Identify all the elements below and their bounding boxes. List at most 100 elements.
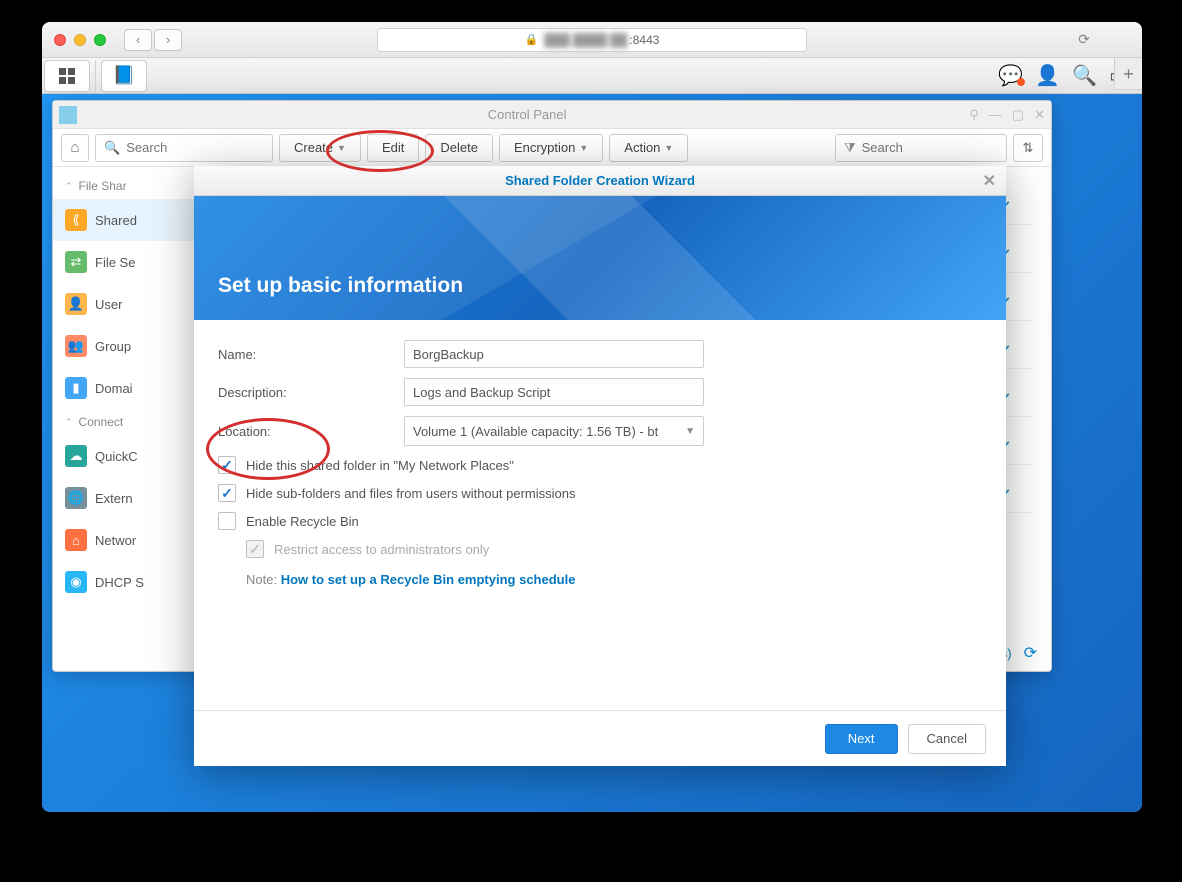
sidebar-item-user[interactable]: 👤User <box>53 283 212 325</box>
sidebar-item-file-services[interactable]: ⇄File Se <box>53 241 212 283</box>
group-icon: 👥 <box>65 335 87 357</box>
description-label: Description: <box>218 385 404 400</box>
next-button[interactable]: Next <box>825 724 898 754</box>
user-icon: 👤 <box>65 293 87 315</box>
wizard-header: Set up basic information <box>194 196 1006 320</box>
close-window-icon[interactable] <box>54 34 66 46</box>
quickconnect-icon: ☁ <box>65 445 87 467</box>
sidebar-item-shared-folder[interactable]: ⟪Shared <box>53 199 212 241</box>
action-button[interactable]: Action▼ <box>609 134 688 162</box>
sidebar-section-file-sharing[interactable]: ⌃File Shar <box>53 173 212 199</box>
cp-window-controls: ⚲ — ▢ ✕ <box>969 107 1045 123</box>
lock-icon: 🔒 <box>525 33 539 46</box>
hide-network-label: Hide this shared folder in "My Network P… <box>246 458 514 473</box>
minimize-window-icon[interactable] <box>74 34 86 46</box>
nav-forward-button[interactable]: › <box>154 29 182 51</box>
chevron-up-icon: ⌃ <box>65 417 73 428</box>
hide-subfolders-checkbox[interactable] <box>218 484 236 502</box>
taskbar-separator <box>95 60 96 92</box>
sidebar-item-quickconnect[interactable]: ☁QuickC <box>53 435 212 477</box>
delete-button[interactable]: Delete <box>425 134 493 162</box>
cancel-button[interactable]: Cancel <box>908 724 986 754</box>
note-row: Note: How to set up a Recycle Bin emptyi… <box>246 572 982 587</box>
dsm-desktop: Control Panel ⚲ — ▢ ✕ ⌂ 🔍 Create▼ Edit D… <box>42 94 1142 812</box>
note-link[interactable]: How to set up a Recycle Bin emptying sch… <box>281 572 576 587</box>
folder-icon: ⟪ <box>65 209 87 231</box>
edit-button[interactable]: Edit <box>367 134 419 162</box>
shared-folder-wizard: Shared Folder Creation Wizard ✕ Set up b… <box>194 166 1006 766</box>
search-icon[interactable]: 🔍 <box>1072 63 1097 88</box>
refresh-icon[interactable]: ⟳ <box>1024 643 1037 663</box>
new-tab-button[interactable]: + <box>1114 58 1142 90</box>
wizard-heading: Set up basic information <box>218 274 463 298</box>
nav-arrows: ‹ › <box>124 29 182 51</box>
network-icon: ⌂ <box>65 529 87 551</box>
user-icon[interactable]: 👤 <box>1035 63 1060 88</box>
cp-search-box[interactable]: 🔍 <box>95 134 273 162</box>
address-port: :8443 <box>629 33 659 47</box>
dhcp-icon: ◉ <box>65 571 87 593</box>
sort-button[interactable]: ⇅ <box>1013 134 1043 162</box>
encryption-button[interactable]: Encryption▼ <box>499 134 603 162</box>
cp-filter-input[interactable] <box>862 140 998 155</box>
recycle-bin-checkbox[interactable] <box>218 512 236 530</box>
note-label: Note: <box>246 572 277 587</box>
browser-titlebar: ‹ › 🔒 ███ ████ ██ :8443 ⟳ <box>42 22 1142 58</box>
domain-icon: ▮ <box>65 377 87 399</box>
cp-toolbar: ⌂ 🔍 Create▼ Edit Delete Encryption▼ Acti… <box>53 129 1051 167</box>
recycle-bin-label: Enable Recycle Bin <box>246 514 359 529</box>
description-field[interactable] <box>404 378 704 406</box>
maximize-window-icon[interactable] <box>94 34 106 46</box>
sidebar-item-dhcp[interactable]: ◉DHCP S <box>53 561 212 603</box>
sidebar-item-external-access[interactable]: 🌐Extern <box>53 477 212 519</box>
wizard-titlebar: Shared Folder Creation Wizard ✕ <box>194 166 1006 196</box>
address-bar[interactable]: 🔒 ███ ████ ██ :8443 <box>377 28 807 52</box>
hide-network-checkbox[interactable] <box>218 456 236 474</box>
globe-icon: 🌐 <box>65 487 87 509</box>
file-services-icon: ⇄ <box>65 251 87 273</box>
chevron-down-icon: ▼ <box>685 426 695 437</box>
notification-icon[interactable]: 💬 <box>998 63 1023 88</box>
chevron-up-icon: ⌃ <box>65 181 73 192</box>
create-button[interactable]: Create▼ <box>279 134 361 162</box>
name-field[interactable] <box>404 340 704 368</box>
hide-subfolders-label: Hide sub-folders and files from users wi… <box>246 486 575 501</box>
restrict-admin-label: Restrict access to administrators only <box>274 542 489 557</box>
cp-titlebar: Control Panel ⚲ — ▢ ✕ <box>53 101 1051 129</box>
pin-icon[interactable]: ⚲ <box>969 107 979 123</box>
sidebar-item-group[interactable]: 👥Group <box>53 325 212 367</box>
wizard-body: Name: Description: Location: Volume 1 (A… <box>194 320 1006 607</box>
home-button[interactable]: ⌂ <box>61 134 89 162</box>
control-panel-icon: 📘 <box>113 65 135 86</box>
location-label: Location: <box>218 424 404 439</box>
chevron-down-icon: ▼ <box>337 143 346 153</box>
close-icon[interactable]: ✕ <box>983 171 996 191</box>
restrict-admin-checkbox <box>246 540 264 558</box>
cp-sidebar: ⌃File Shar ⟪Shared ⇄File Se 👤User 👥Group… <box>53 167 213 671</box>
address-blurred: ███ ████ ██ <box>544 33 627 47</box>
sidebar-item-network[interactable]: ⌂Networ <box>53 519 212 561</box>
cp-search-input[interactable] <box>126 140 264 155</box>
control-panel-task[interactable]: 📘 <box>101 60 147 92</box>
reload-icon[interactable]: ⟳ <box>1078 31 1090 48</box>
control-panel-icon <box>59 106 77 124</box>
browser-window: ‹ › 🔒 ███ ████ ██ :8443 ⟳ + 📘 💬 👤 🔍 ▭ Co… <box>42 22 1142 812</box>
dsm-taskbar: 📘 💬 👤 🔍 ▭ <box>42 58 1142 94</box>
close-icon[interactable]: ✕ <box>1034 107 1045 123</box>
sidebar-section-connectivity[interactable]: ⌃Connect <box>53 409 212 435</box>
minimize-icon[interactable]: — <box>989 107 1002 123</box>
cp-filter-box[interactable]: ⧩ <box>835 134 1007 162</box>
sidebar-item-domain[interactable]: ▮Domai <box>53 367 212 409</box>
wizard-footer: Next Cancel <box>194 710 1006 766</box>
window-controls <box>54 34 106 46</box>
nav-back-button[interactable]: ‹ <box>124 29 152 51</box>
chevron-down-icon: ▼ <box>579 143 588 153</box>
main-menu-button[interactable] <box>44 60 90 92</box>
chevron-down-icon: ▼ <box>664 143 673 153</box>
search-icon: 🔍 <box>104 140 120 156</box>
location-select[interactable]: Volume 1 (Available capacity: 1.56 TB) -… <box>404 416 704 446</box>
maximize-icon[interactable]: ▢ <box>1012 107 1024 123</box>
filter-icon: ⧩ <box>844 140 856 156</box>
cp-title: Control Panel <box>85 107 969 122</box>
wizard-title: Shared Folder Creation Wizard <box>505 173 695 188</box>
